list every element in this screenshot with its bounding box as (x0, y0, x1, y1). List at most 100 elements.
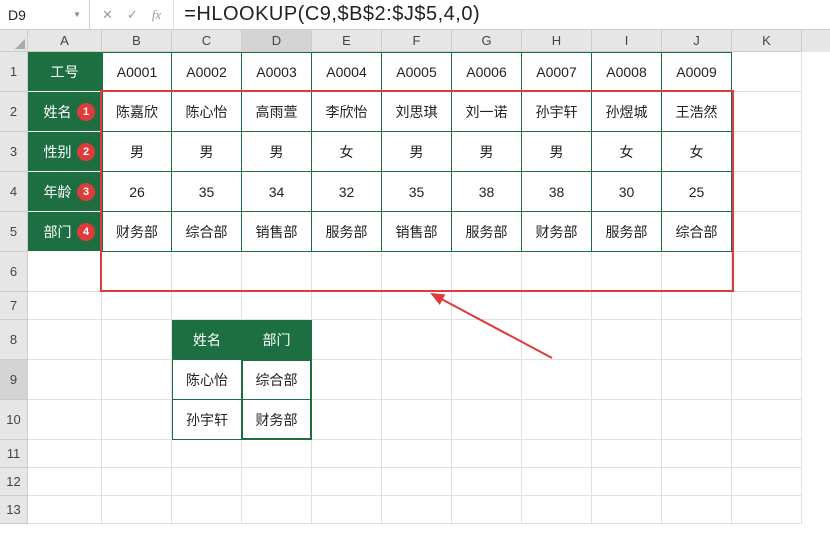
cell[interactable] (102, 440, 172, 468)
cell[interactable]: 男 (522, 132, 592, 172)
cell[interactable] (522, 252, 592, 292)
cell[interactable] (732, 212, 802, 252)
cell[interactable] (242, 468, 312, 496)
cell[interactable]: 25 (662, 172, 732, 212)
cell[interactable] (592, 400, 662, 440)
row-header-2[interactable]: 2 (0, 92, 28, 132)
row-header-9[interactable]: 9 (0, 360, 28, 400)
cell[interactable] (102, 468, 172, 496)
cell[interactable] (102, 292, 172, 320)
cell[interactable] (28, 468, 102, 496)
cell[interactable]: 王浩然 (662, 92, 732, 132)
cell[interactable] (102, 496, 172, 524)
cell[interactable]: 服务部 (452, 212, 522, 252)
cell[interactable] (522, 440, 592, 468)
header-cell[interactable]: 性别2 (28, 132, 102, 172)
cell[interactable] (732, 172, 802, 212)
header-cell[interactable]: 部门 (242, 320, 312, 360)
formula-input[interactable]: =HLOOKUP(C9,$B$2:$J$5,4,0) (174, 3, 830, 26)
cell[interactable] (452, 292, 522, 320)
cell[interactable] (172, 468, 242, 496)
cell[interactable] (662, 496, 732, 524)
cell[interactable]: 孙宇轩 (172, 400, 242, 440)
cell[interactable] (662, 400, 732, 440)
col-header-J[interactable]: J (662, 30, 732, 52)
cell[interactable] (28, 252, 102, 292)
cell[interactable] (312, 320, 382, 360)
cell[interactable] (522, 468, 592, 496)
cell[interactable] (732, 132, 802, 172)
row-header-1[interactable]: 1 (0, 52, 28, 92)
cell[interactable] (452, 440, 522, 468)
cell[interactable]: 刘一诺 (452, 92, 522, 132)
cell[interactable] (732, 52, 802, 92)
col-header-H[interactable]: H (522, 30, 592, 52)
col-header-F[interactable]: F (382, 30, 452, 52)
header-cell[interactable]: 姓名1 (28, 92, 102, 132)
chevron-down-icon[interactable]: ▼ (73, 10, 81, 19)
cell[interactable] (592, 292, 662, 320)
cell[interactable]: A0005 (382, 52, 452, 92)
cell[interactable] (28, 400, 102, 440)
cell[interactable] (242, 496, 312, 524)
row-header-12[interactable]: 12 (0, 468, 28, 496)
cell[interactable] (662, 468, 732, 496)
cell[interactable] (662, 292, 732, 320)
cell[interactable]: 高雨萱 (242, 92, 312, 132)
cell[interactable] (452, 360, 522, 400)
active-cell[interactable]: 综合部 (242, 360, 312, 400)
cell[interactable]: 李欣怡 (312, 92, 382, 132)
cell[interactable]: 销售部 (382, 212, 452, 252)
cell[interactable]: 35 (382, 172, 452, 212)
cell[interactable] (522, 360, 592, 400)
cell[interactable] (28, 360, 102, 400)
cell[interactable]: 男 (102, 132, 172, 172)
cell[interactable]: A0007 (522, 52, 592, 92)
row-headers[interactable]: 1 2 3 4 5 6 7 8 9 10 11 12 13 (0, 52, 28, 524)
cell[interactable] (732, 92, 802, 132)
cell[interactable] (312, 400, 382, 440)
cell[interactable]: 刘思琪 (382, 92, 452, 132)
cell[interactable] (592, 468, 662, 496)
cell[interactable] (452, 400, 522, 440)
cell[interactable]: A0006 (452, 52, 522, 92)
cell[interactable] (312, 292, 382, 320)
cell[interactable] (28, 292, 102, 320)
cell[interactable] (452, 468, 522, 496)
cell[interactable] (382, 440, 452, 468)
cell[interactable]: 男 (452, 132, 522, 172)
cell[interactable]: 孙宇轩 (522, 92, 592, 132)
cell[interactable]: A0009 (662, 52, 732, 92)
cell[interactable]: 女 (662, 132, 732, 172)
col-header-A[interactable]: A (28, 30, 102, 52)
col-header-I[interactable]: I (592, 30, 662, 52)
cell[interactable]: 陈心怡 (172, 360, 242, 400)
cell[interactable] (382, 320, 452, 360)
cell[interactable]: 财务部 (522, 212, 592, 252)
cell[interactable] (312, 440, 382, 468)
cell[interactable] (242, 252, 312, 292)
cell[interactable] (382, 292, 452, 320)
cell[interactable] (382, 496, 452, 524)
fx-icon[interactable]: fx (152, 8, 161, 21)
cell[interactable]: A0004 (312, 52, 382, 92)
cell[interactable]: 男 (242, 132, 312, 172)
row-header-10[interactable]: 10 (0, 400, 28, 440)
cell[interactable] (382, 360, 452, 400)
cell[interactable]: 孙煜城 (592, 92, 662, 132)
cell[interactable] (662, 440, 732, 468)
cell[interactable] (172, 292, 242, 320)
cell[interactable]: 女 (592, 132, 662, 172)
cell[interactable] (242, 292, 312, 320)
cell[interactable] (382, 252, 452, 292)
cell[interactable]: 30 (592, 172, 662, 212)
cell[interactable] (312, 252, 382, 292)
cancel-icon[interactable]: ✕ (102, 8, 113, 21)
cell[interactable]: 陈心怡 (172, 92, 242, 132)
cell[interactable]: 财务部 (102, 212, 172, 252)
cell[interactable] (28, 496, 102, 524)
column-headers[interactable]: A B C D E F G H I J K (28, 30, 830, 52)
cell[interactable]: 32 (312, 172, 382, 212)
row-header-3[interactable]: 3 (0, 132, 28, 172)
row-header-11[interactable]: 11 (0, 440, 28, 468)
